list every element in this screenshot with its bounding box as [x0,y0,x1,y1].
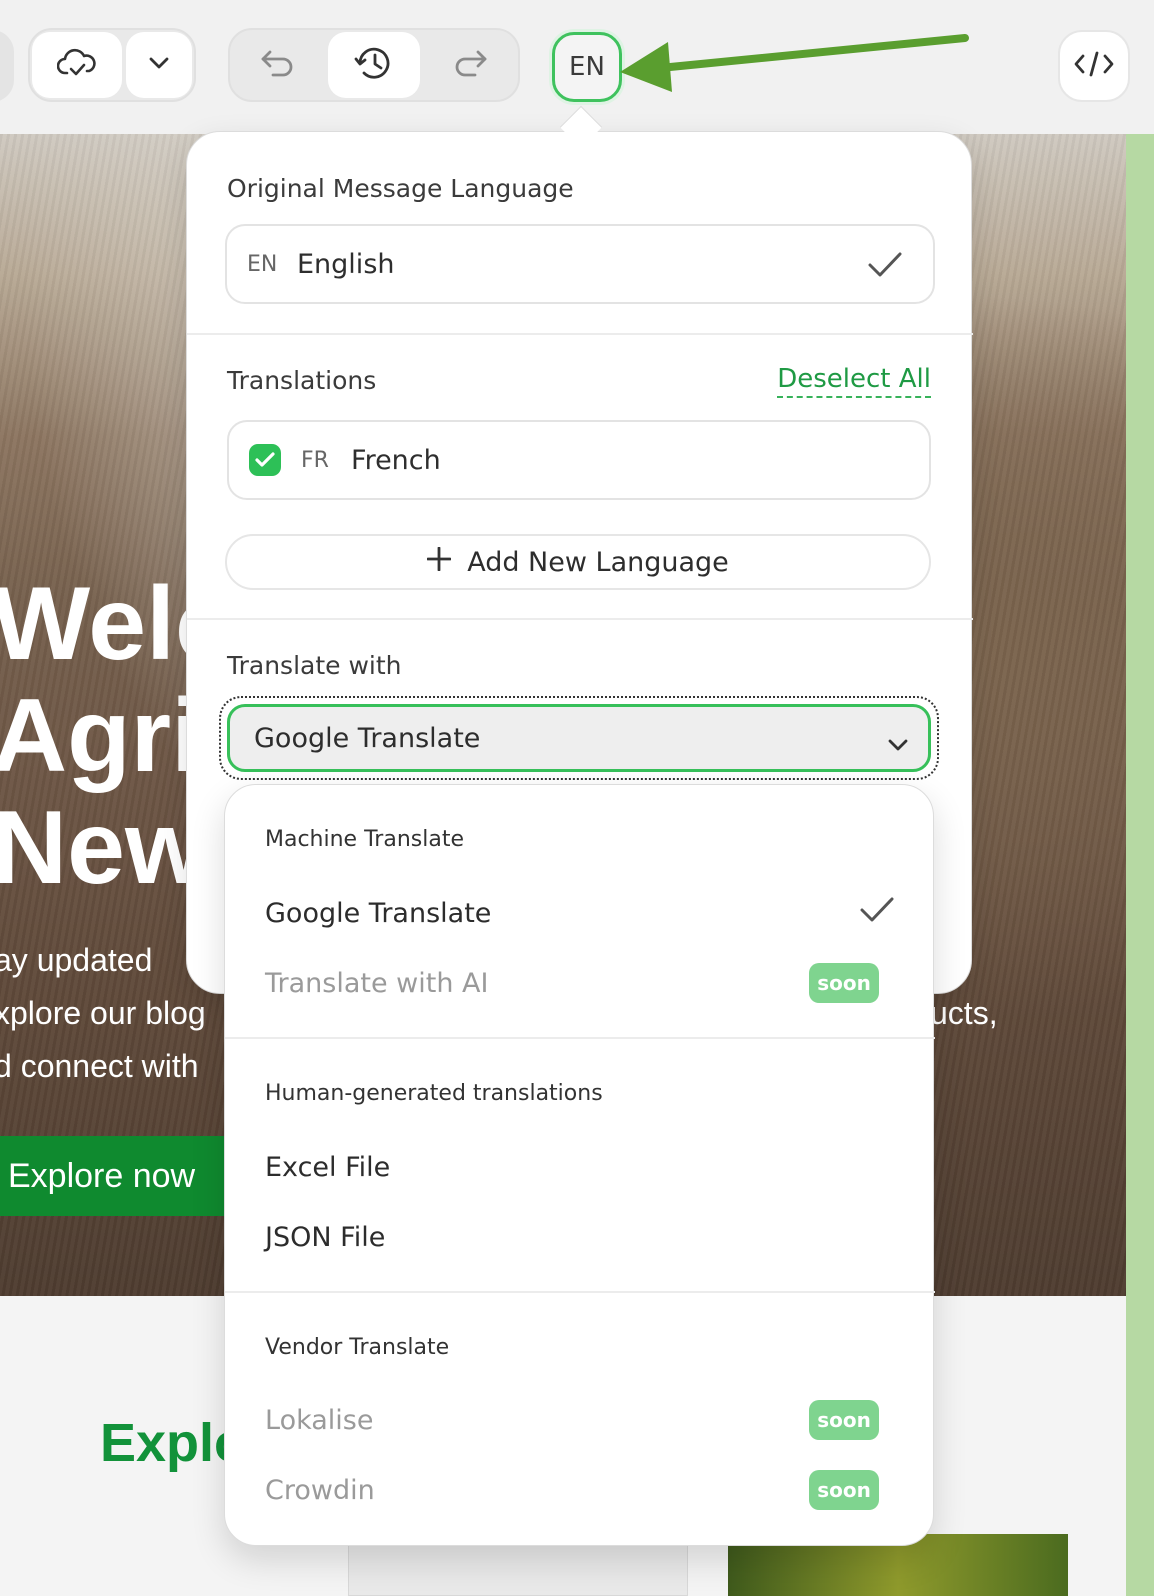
version-history-button[interactable] [328,32,420,98]
hero-text-line: xplore our blog [0,995,206,1031]
section-divider [187,618,973,620]
cloud-sync-icon [56,45,97,85]
soon-badge: soon [809,1470,879,1510]
menu-item-translate-with-ai: Translate with AI soon [265,957,895,1009]
checkmark-icon [867,250,903,284]
soon-badge: soon [809,1400,879,1440]
menu-item-lokalise: Lokalise soon [265,1394,895,1446]
redo-button[interactable] [424,32,516,98]
checkmark-icon [859,895,895,932]
hero-text-line: ucts, [930,995,998,1031]
chevron-down-icon [886,729,910,760]
add-new-language-button[interactable]: Add New Language [225,534,931,590]
language-code: EN [247,251,278,277]
history-button-group [228,28,520,102]
menu-item-label: Lokalise [265,1404,374,1436]
menu-item-label: Translate with AI [265,967,489,999]
original-language-label: Original Message Language [227,174,574,203]
hero-text-line: ay updated [0,942,153,978]
save-button-group [28,28,196,102]
annotation-arrow-icon [620,34,969,92]
history-icon [354,44,394,86]
translate-with-select-focus-ring: Google Translate [219,696,939,780]
redo-icon [451,46,489,84]
menu-item-crowdin: Crowdin soon [265,1464,895,1516]
explore-now-button[interactable]: Explore now [0,1136,240,1216]
cloud-sync-button[interactable] [32,32,122,98]
toolbar-partial-button[interactable] [0,30,14,102]
language-name: French [351,444,441,476]
save-options-dropdown[interactable] [126,32,192,98]
select-value: Google Translate [254,722,481,754]
undo-icon [259,46,297,84]
translate-with-select[interactable]: Google Translate [227,704,931,772]
language-name: English [297,248,395,280]
deselect-all-link[interactable]: Deselect All [777,364,931,398]
translate-provider-menu: Machine Translate Google Translate Trans… [224,784,935,1546]
menu-item-label: Crowdin [265,1474,375,1506]
add-language-label: Add New Language [467,546,729,578]
undo-button[interactable] [232,32,324,98]
menu-group-title: Vendor Translate [265,1335,450,1360]
translations-label: Translations [227,366,377,395]
soon-badge: soon [809,963,879,1003]
menu-group-title: Human-generated translations [265,1081,603,1106]
translation-checkbox[interactable] [249,444,281,476]
menu-item-google-translate[interactable]: Google Translate [265,887,895,939]
language-code: FR [301,447,329,473]
menu-divider [225,1037,935,1039]
translate-with-label: Translate with [227,651,402,680]
menu-item-label: Google Translate [265,897,492,929]
code-icon [1073,49,1115,83]
menu-item-label: Excel File [265,1151,391,1183]
language-switch-button[interactable]: EN [552,32,622,102]
menu-group-title: Machine Translate [265,827,464,852]
plus-icon [426,546,452,578]
menu-item-excel-file[interactable]: Excel File [265,1141,895,1193]
chevron-down-icon [147,55,171,75]
side-strip [1126,134,1154,1596]
menu-item-label: JSON File [265,1221,386,1253]
original-language-option[interactable]: EN English [225,224,935,304]
hero-text-line: d connect with [0,1048,199,1084]
section-divider [187,333,973,335]
menu-item-json-file[interactable]: JSON File [265,1211,895,1263]
translation-language-row[interactable]: FR French [227,420,931,500]
code-view-button[interactable] [1058,30,1130,102]
menu-divider [225,1291,935,1293]
